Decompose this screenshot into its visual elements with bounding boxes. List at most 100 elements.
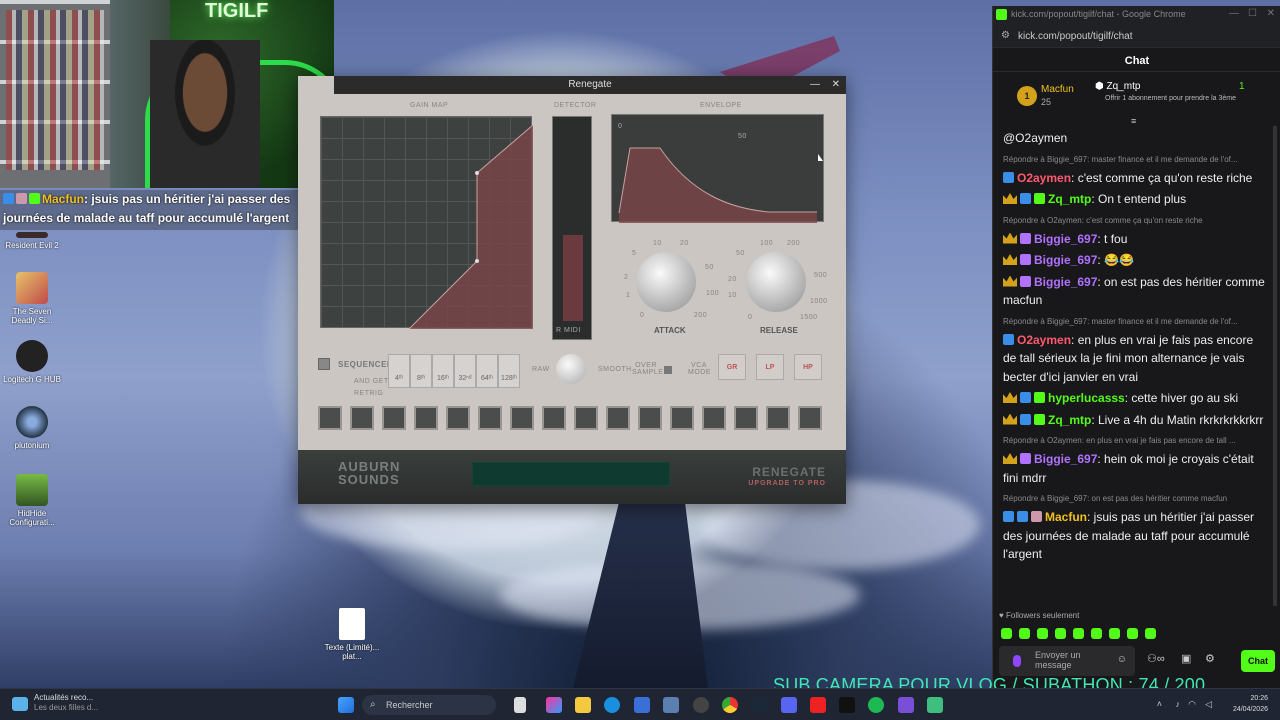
sequencer-step[interactable] xyxy=(478,406,502,430)
taskbar-clock[interactable]: 20:26 24/04/2026 xyxy=(1233,693,1268,715)
file-explorer-icon[interactable] xyxy=(575,697,591,713)
seq-division-8[interactable]: 8ᵗʰ xyxy=(410,354,432,388)
minimize-icon[interactable]: — xyxy=(810,76,820,94)
tiktok-icon[interactable] xyxy=(839,697,855,713)
sequencer-step[interactable] xyxy=(574,406,598,430)
desktop-icon-seven-deadly-sins[interactable]: The Seven Deadly Si... xyxy=(0,272,64,325)
reply-context[interactable]: Répondre à O2aymen: c'est comme ça qu'on… xyxy=(1003,215,1269,227)
sequencer-step[interactable] xyxy=(798,406,822,430)
reply-context[interactable]: Répondre à Biggie_697: master finance et… xyxy=(1003,316,1269,328)
window-titlebar[interactable]: Renegate — ✕ xyxy=(334,76,846,94)
emoji-icon[interactable]: ☺ xyxy=(1117,655,1127,665)
close-icon[interactable]: ✕ xyxy=(1267,8,1275,19)
sequencer-step[interactable] xyxy=(510,406,534,430)
envelope-graph[interactable]: 0 50 xyxy=(611,114,824,223)
seq-division-32[interactable]: 32ⁿᵈ xyxy=(454,354,476,388)
steam-icon[interactable] xyxy=(752,697,768,713)
browser-titlebar[interactable]: kick.com/popout/tigilf/chat - Google Chr… xyxy=(993,6,1280,26)
emote-icon[interactable] xyxy=(1037,628,1048,639)
desktop-icon-resident-evil[interactable]: Resident Evil 2 xyxy=(0,232,64,250)
reply-context[interactable]: Répondre à Biggie_697: on est pas des hé… xyxy=(1003,493,1269,505)
sequencer-step[interactable] xyxy=(382,406,406,430)
news-widget[interactable]: Actualités reco... Les deux filles d... xyxy=(12,693,132,717)
chat-username[interactable]: Biggie_697 xyxy=(1034,232,1097,246)
tray-chevron-icon[interactable]: ˄ xyxy=(1157,699,1162,709)
preset-display[interactable] xyxy=(472,462,670,486)
task-view-icon[interactable] xyxy=(514,697,526,713)
emote-icon[interactable] xyxy=(1127,628,1138,639)
hp-button[interactable]: HP xyxy=(794,354,822,380)
chrome-icon[interactable] xyxy=(722,697,738,713)
attack-knob[interactable] xyxy=(636,252,696,312)
windows-start-icon[interactable] xyxy=(338,697,354,713)
settings-gear-icon[interactable]: ⚙ xyxy=(1205,652,1215,665)
wifi-icon[interactable]: ◠ xyxy=(1188,699,1196,710)
oversample-toggle[interactable] xyxy=(664,366,672,374)
chat-username[interactable]: hyperlucasss xyxy=(1048,391,1125,405)
app-icon[interactable] xyxy=(898,697,914,713)
chat-scrollbar[interactable] xyxy=(1273,126,1277,606)
chat-username[interactable]: Macfun xyxy=(1045,510,1087,524)
chat-username[interactable]: Zq_mtp xyxy=(1048,192,1091,206)
discord-icon[interactable] xyxy=(781,697,797,713)
upgrade-link[interactable]: UPGRADE TO PRO xyxy=(748,478,826,490)
emote-icon[interactable] xyxy=(1019,628,1030,639)
taskbar-search[interactable]: ⌕ Rechercher xyxy=(362,695,496,715)
seq-division-64[interactable]: 64ᵗʰ xyxy=(476,354,498,388)
emote-icon[interactable] xyxy=(1145,628,1156,639)
sequencer-step[interactable] xyxy=(542,406,566,430)
gr-button[interactable]: GR xyxy=(718,354,746,380)
copilot-icon[interactable] xyxy=(546,697,562,713)
sequencer-step[interactable] xyxy=(670,406,694,430)
chat-username[interactable]: O2aymen xyxy=(1017,333,1071,347)
expand-pinned-icon[interactable]: ≡ xyxy=(1131,116,1136,126)
microphone-icon[interactable] xyxy=(1013,655,1021,667)
app-icon[interactable] xyxy=(663,697,679,713)
sequencer-step[interactable] xyxy=(638,406,662,430)
minimize-icon[interactable]: — xyxy=(1229,8,1239,19)
obs-icon[interactable] xyxy=(693,697,709,713)
emote-icon[interactable] xyxy=(1001,628,1012,639)
seq-division-128[interactable]: 128ᵗʰ xyxy=(498,354,520,388)
and-get-label[interactable]: AND GET xyxy=(354,378,389,385)
seq-division-4[interactable]: 4ᵗʰ xyxy=(388,354,410,388)
youtube-icon[interactable] xyxy=(810,697,826,713)
spotify-icon[interactable] xyxy=(868,697,884,713)
chat-username[interactable]: Zq_mtp xyxy=(1048,413,1091,427)
desktop-icon-plutonium[interactable]: plutonium xyxy=(0,406,64,450)
emote-icon[interactable] xyxy=(1073,628,1084,639)
site-settings-icon[interactable]: ⚙ xyxy=(1001,30,1010,41)
renegate-logo[interactable]: RENEGATE UPGRADE TO PRO xyxy=(748,466,826,490)
desktop-icon-hidhide[interactable]: HidHide Configurati... xyxy=(0,474,64,527)
sequencer-step[interactable] xyxy=(414,406,438,430)
close-icon[interactable]: ✕ xyxy=(832,76,840,94)
emote-icon[interactable] xyxy=(1055,628,1066,639)
sequencer-step[interactable] xyxy=(606,406,630,430)
gain-map-graph[interactable] xyxy=(320,116,534,330)
sequencer-step[interactable] xyxy=(702,406,726,430)
app-icon[interactable] xyxy=(927,697,943,713)
desktop-icon-texte[interactable]: Texte (Limité)... plat... xyxy=(320,608,384,661)
emote-icon[interactable] xyxy=(1091,628,1102,639)
renegate-window[interactable]: Renegate — ✕ GAIN MAP DETECTOR ENVELOPE … xyxy=(298,76,846,504)
sequencer-step[interactable] xyxy=(734,406,758,430)
sequencer-step[interactable] xyxy=(350,406,374,430)
maximize-icon[interactable]: ☐ xyxy=(1248,8,1257,19)
sequencer-step[interactable] xyxy=(446,406,470,430)
reply-context[interactable]: Répondre à O2aymen: en plus en vrai je f… xyxy=(1003,435,1269,447)
sequencer-toggle[interactable] xyxy=(318,358,330,370)
sequencer-step[interactable] xyxy=(766,406,790,430)
release-knob[interactable] xyxy=(746,252,806,312)
chat-popout-window[interactable]: kick.com/popout/tigilf/chat - Google Chr… xyxy=(992,6,1280,688)
desktop-icon-logitech[interactable]: Logitech G HUB xyxy=(0,340,64,384)
chat-username[interactable]: O2aymen xyxy=(1017,171,1071,185)
edge-icon[interactable] xyxy=(604,697,620,713)
reply-context[interactable]: Répondre à Biggie_697: master finance et… xyxy=(1003,154,1269,166)
sequencer-step[interactable] xyxy=(318,406,342,430)
chat-message-input[interactable]: Envoyer un message ☺ xyxy=(999,646,1135,676)
chat-username[interactable]: Biggie_697 xyxy=(1034,452,1097,466)
store-icon[interactable] xyxy=(634,697,650,713)
lp-button[interactable]: LP xyxy=(756,354,784,380)
retrig-label[interactable]: RETRIG xyxy=(354,390,383,397)
chat-username[interactable]: Biggie_697 xyxy=(1034,275,1097,289)
